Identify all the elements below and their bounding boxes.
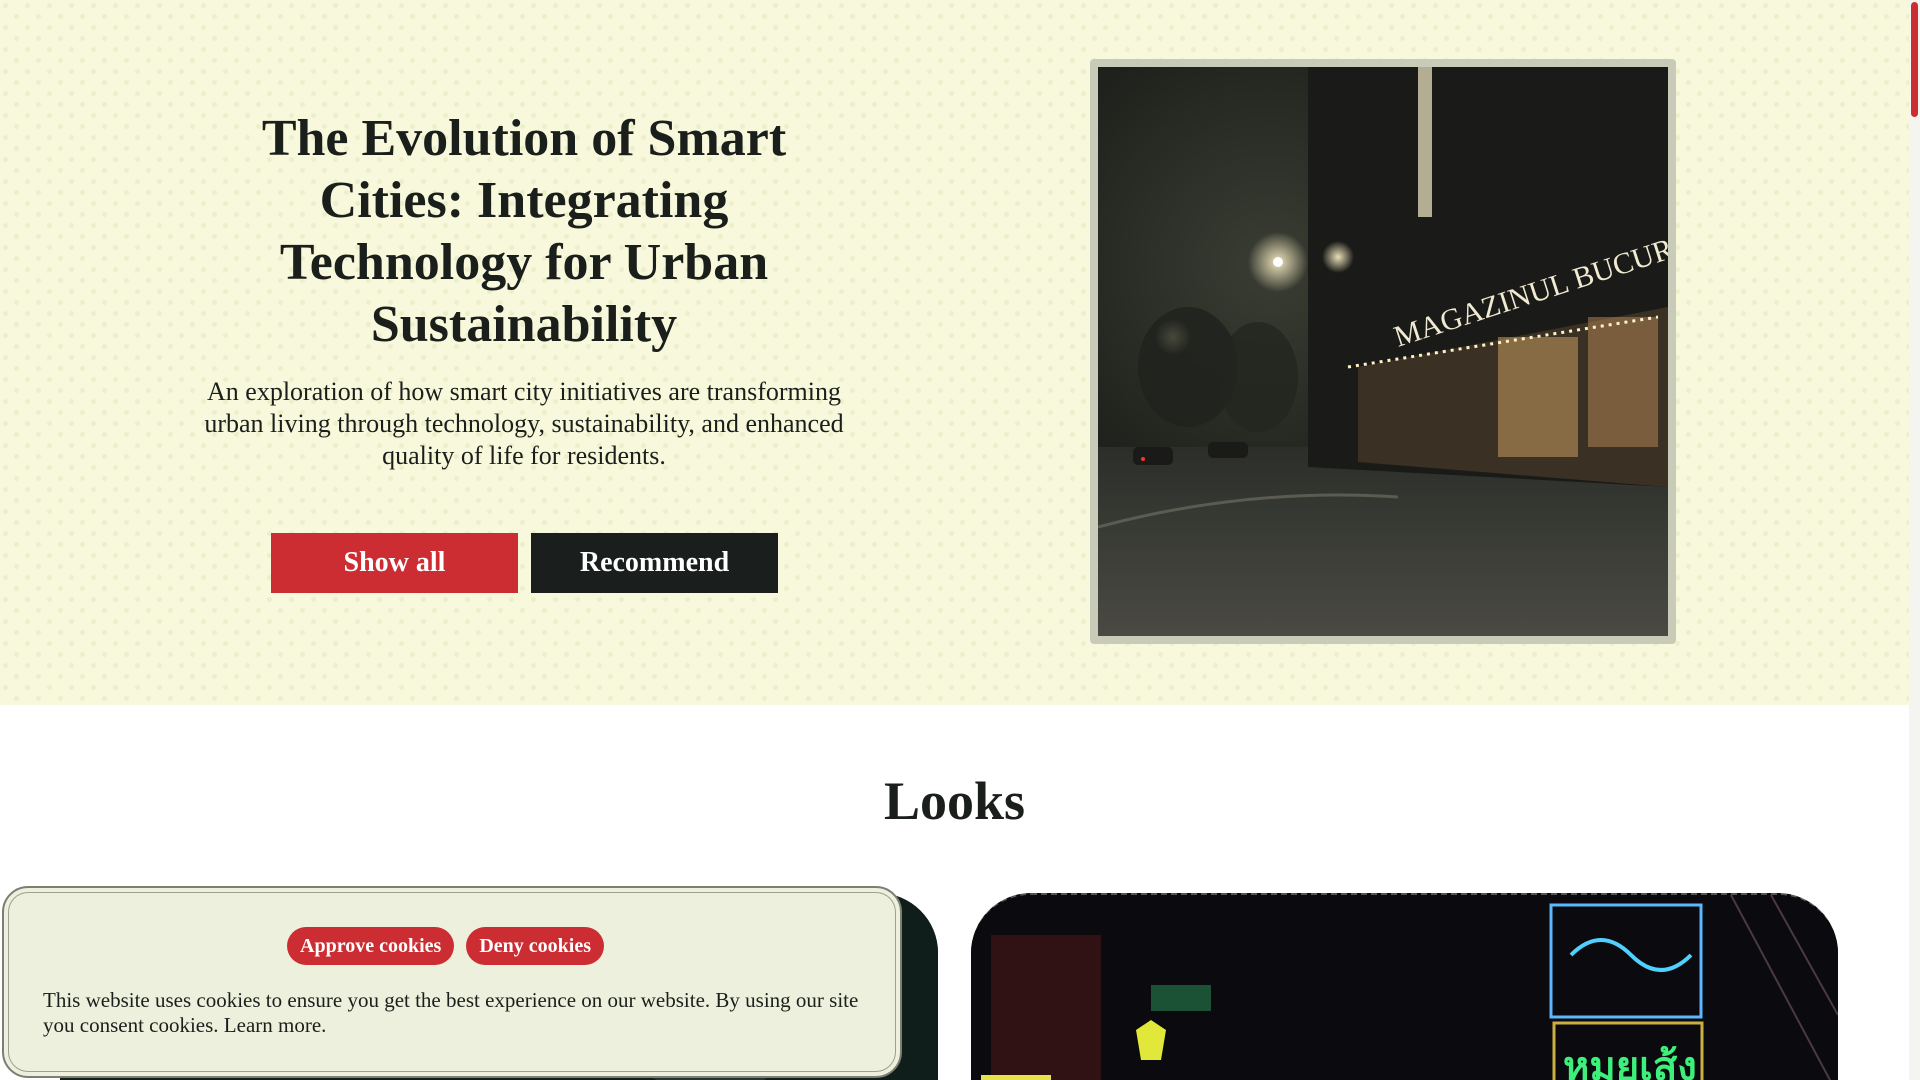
- hero-buttons: Show all Recommend: [271, 533, 778, 593]
- learn-more-link[interactable]: Learn more.: [224, 1013, 327, 1037]
- approve-cookies-button[interactable]: Approve cookies: [287, 927, 455, 965]
- hero-subtitle: An exploration of how smart city initiat…: [204, 377, 844, 470]
- hero-title: The Evolution of Smart Cities: Integrati…: [261, 110, 787, 353]
- hero-section: The Evolution of Smart Cities: Integrati…: [0, 0, 1909, 705]
- scrollbar-track[interactable]: [1909, 0, 1920, 1080]
- cookie-banner: Approve cookies Deny cookies This websit…: [2, 886, 902, 1078]
- hero-text-block: The Evolution of Smart Cities: Integrati…: [200, 108, 848, 472]
- cookie-message-text: This website uses cookies to ensure you …: [43, 988, 859, 1037]
- look-card-2-image: หมูยเส้ง: [971, 895, 1838, 1080]
- looks-section-title: Looks: [883, 771, 1026, 831]
- show-all-button[interactable]: Show all: [271, 533, 518, 593]
- cookie-message: This website uses cookies to ensure you …: [43, 988, 873, 1038]
- recommend-button[interactable]: Recommend: [531, 533, 778, 593]
- cookie-buttons: Approve cookies Deny cookies: [287, 927, 604, 965]
- scrollbar-thumb[interactable]: [1911, 2, 1918, 117]
- look-card-2[interactable]: หมูยเส้ง: [971, 893, 1838, 1080]
- neon-sign-text: หมูยเส้ง: [1563, 1044, 1697, 1080]
- hero-photo-frame: MAGAZINUL BUCURESTI: [1090, 59, 1676, 644]
- deny-cookies-button[interactable]: Deny cookies: [466, 927, 604, 965]
- night-street-illustration: MAGAZINUL BUCURESTI: [1098, 67, 1668, 636]
- hero-photo-night-street: MAGAZINUL BUCURESTI: [1098, 67, 1668, 636]
